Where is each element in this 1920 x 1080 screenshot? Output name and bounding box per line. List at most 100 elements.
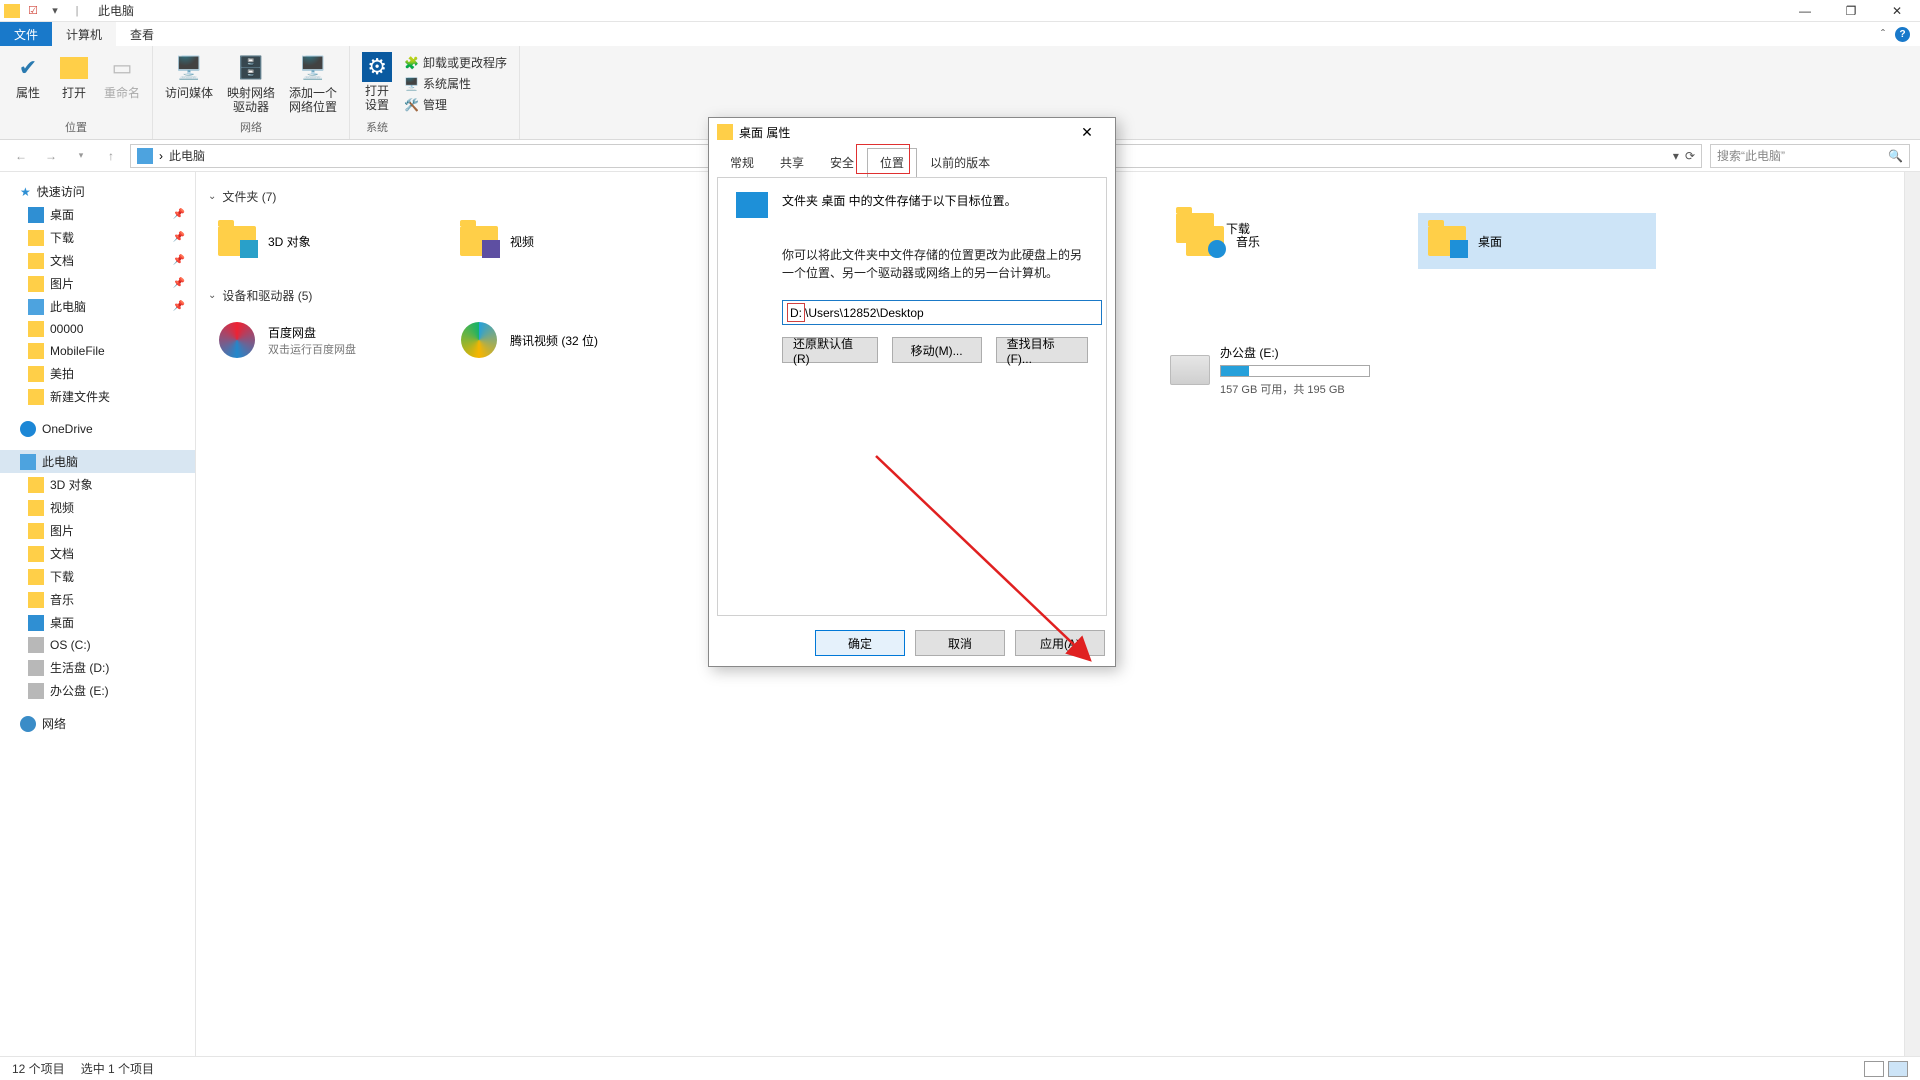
drive-icon [28, 660, 44, 676]
access-media-label: 访问媒体 [165, 86, 213, 100]
properties-button[interactable]: ✔ 属性 [6, 50, 50, 102]
drive-tile-e[interactable]: 办公盘 (E:) 157 GB 可用，共 195 GB [1166, 342, 1426, 398]
sidebar-this-pc[interactable]: 此电脑 [0, 450, 195, 473]
sidebar-3d-objects[interactable]: 3D 对象 [0, 473, 195, 496]
uninstall-item[interactable]: 🧩卸载或更改程序 [404, 54, 507, 71]
open-button[interactable]: 打开 [52, 50, 96, 102]
tab-view[interactable]: 查看 [116, 22, 168, 46]
address-dropdown-icon[interactable]: ▾ [1673, 149, 1679, 163]
tab-location[interactable]: 位置 [867, 148, 917, 178]
navigation-pane: ★ 快速访问 桌面📌 下载📌 文档📌 图片📌 此电脑📌 00000 Mobile… [0, 172, 196, 1056]
back-button[interactable]: ← [10, 145, 32, 167]
view-details-button[interactable] [1864, 1061, 1884, 1077]
sidebar-drive-c[interactable]: OS (C:) [0, 634, 195, 656]
sysprops-icon: 🖥️ [404, 77, 419, 91]
tab-general[interactable]: 常规 [717, 148, 767, 178]
tab-security[interactable]: 安全 [817, 148, 867, 178]
sidebar-item-label: 3D 对象 [50, 476, 93, 493]
tab-previous-versions[interactable]: 以前的版本 [917, 148, 1003, 178]
move-button[interactable]: 移动(M)... [892, 337, 982, 363]
folder-tile-3d[interactable]: 3D 对象 [208, 213, 446, 269]
folder-tile-videos[interactable]: 视频 [450, 213, 688, 269]
ribbon-collapse-icon[interactable]: ˆ [1881, 27, 1885, 41]
folder-icon [28, 546, 44, 562]
rename-button: ▭ 重命名 [98, 50, 146, 102]
sidebar-network[interactable]: 网络 [0, 712, 195, 735]
tile-label: 下载 [1226, 220, 1250, 237]
recent-dropdown[interactable]: ▾ [70, 145, 92, 167]
sidebar-music-pc[interactable]: 音乐 [0, 588, 195, 611]
sidebar-item-thispc-quick[interactable]: 此电脑📌 [0, 295, 195, 318]
location-path-input[interactable]: D:\Users\12852\Desktop [782, 300, 1102, 325]
sidebar-item-downloads[interactable]: 下载📌 [0, 226, 195, 249]
dialog-titlebar[interactable]: 桌面 属性 ✕ [709, 118, 1115, 146]
group-network-label: 网络 [240, 117, 262, 137]
up-button[interactable]: ↑ [100, 145, 122, 167]
sidebar-item-00000[interactable]: 00000 [0, 318, 195, 340]
tab-sharing[interactable]: 共享 [767, 148, 817, 178]
search-icon: 🔍 [1888, 149, 1903, 163]
window-controls: — ❐ ✕ [1782, 0, 1920, 22]
sidebar-item-label: 文档 [50, 252, 74, 269]
sidebar-network-label: 网络 [42, 715, 66, 732]
dialog-close-button[interactable]: ✕ [1067, 124, 1107, 141]
manage-item[interactable]: 🛠️管理 [404, 96, 507, 113]
sidebar-desktop-pc[interactable]: 桌面 [0, 611, 195, 634]
sidebar-this-pc-label: 此电脑 [42, 453, 78, 470]
qat-dropdown-icon[interactable]: ▾ [46, 2, 64, 20]
vertical-scrollbar[interactable] [1904, 172, 1920, 1056]
close-button[interactable]: ✕ [1874, 0, 1920, 22]
sidebar-item-label: 图片 [50, 522, 74, 539]
add-network-location-button[interactable]: 🖥️ 添加一个 网络位置 [283, 50, 343, 116]
help-icon[interactable]: ? [1895, 27, 1910, 42]
sidebar-videos[interactable]: 视频 [0, 496, 195, 519]
folder-tile-desktop[interactable]: 桌面 [1418, 213, 1656, 269]
device-tile-baidu[interactable]: 百度网盘 双击运行百度网盘 [208, 312, 446, 368]
sidebar-onedrive[interactable]: OneDrive [0, 418, 195, 440]
maximize-button[interactable]: ❐ [1828, 0, 1874, 22]
sidebar-item-meipai[interactable]: 美拍 [0, 362, 195, 385]
device-tile-tencent[interactable]: 腾讯视频 (32 位) [450, 312, 688, 368]
sidebar-quick-access[interactable]: ★ 快速访问 [0, 180, 195, 203]
access-media-button[interactable]: 🖥️ 访问媒体 [159, 50, 219, 116]
view-tiles-button[interactable] [1888, 1061, 1908, 1077]
sidebar-item-mobilefile[interactable]: MobileFile [0, 340, 195, 362]
sidebar-item-pictures[interactable]: 图片📌 [0, 272, 195, 295]
pin-icon: 📌 [173, 301, 185, 312]
qat-checkbox-icon[interactable]: ☑ [24, 2, 42, 20]
sidebar-documents-pc[interactable]: 文档 [0, 542, 195, 565]
tab-computer[interactable]: 计算机 [52, 22, 116, 46]
sidebar-item-newfolder[interactable]: 新建文件夹 [0, 385, 195, 408]
sidebar-item-label: MobileFile [50, 344, 105, 358]
tab-file[interactable]: 文件 [0, 22, 52, 46]
sidebar-item-label: 图片 [50, 275, 74, 292]
minimize-button[interactable]: — [1782, 0, 1828, 22]
search-input[interactable]: 搜索“此电脑” 🔍 [1710, 144, 1910, 168]
dialog-tabstrip: 常规 共享 安全 位置 以前的版本 [709, 146, 1115, 177]
sidebar-item-label: 办公盘 (E:) [50, 682, 109, 699]
quick-access-toolbar: ☑ ▾ | [0, 2, 90, 20]
sidebar-item-documents[interactable]: 文档📌 [0, 249, 195, 272]
drive-usage-bar [1220, 365, 1370, 377]
sidebar-item-desktop[interactable]: 桌面📌 [0, 203, 195, 226]
sidebar-pictures-pc[interactable]: 图片 [0, 519, 195, 542]
baidu-icon [216, 319, 258, 361]
forward-button[interactable]: → [40, 145, 62, 167]
folders-group-title: 文件夹 (7) [222, 188, 276, 205]
open-settings-label: 打开 设置 [365, 84, 389, 112]
map-drive-button[interactable]: 🗄️ 映射网络 驱动器 [221, 50, 281, 116]
breadcrumb-location[interactable]: 此电脑 [169, 147, 205, 164]
find-target-button[interactable]: 查找目标(F)... [996, 337, 1088, 363]
refresh-icon[interactable]: ⟳ [1685, 149, 1695, 163]
sidebar-quick-access-label: 快速访问 [37, 183, 85, 200]
rename-label: 重命名 [104, 86, 140, 100]
restore-defaults-button[interactable]: 还原默认值(R) [782, 337, 878, 363]
window-title: 此电脑 [98, 2, 134, 19]
sidebar-downloads-pc[interactable]: 下载 [0, 565, 195, 588]
open-settings-button[interactable]: ⚙ 打开 设置 [356, 50, 398, 114]
system-props-item[interactable]: 🖥️系统属性 [404, 75, 507, 92]
settings-icon: ⚙ [362, 52, 392, 82]
sidebar-drive-d[interactable]: 生活盘 (D:) [0, 656, 195, 679]
sidebar-item-label: 下载 [50, 229, 74, 246]
sidebar-drive-e[interactable]: 办公盘 (E:) [0, 679, 195, 702]
